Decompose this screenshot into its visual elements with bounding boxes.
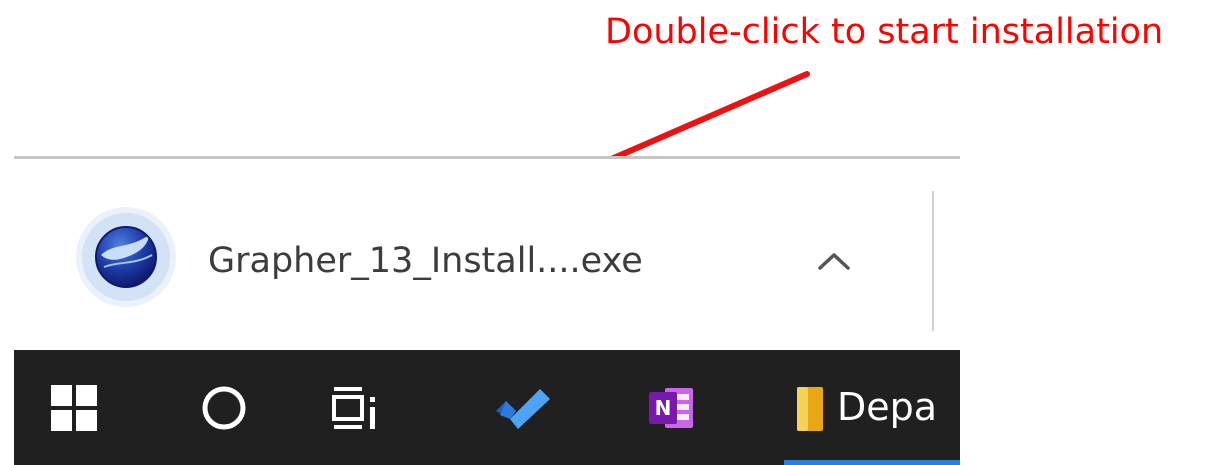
annotation-text: Double-click to start installation	[605, 12, 1164, 52]
grapher-app-icon	[76, 207, 176, 307]
download-item[interactable]: Grapher_13_Install....exe	[74, 203, 869, 307]
task-view-icon	[332, 387, 375, 429]
taskbar: N Depa	[14, 350, 960, 465]
file-explorer-folder-icon	[797, 387, 823, 431]
download-file-name: Grapher_13_Install....exe	[208, 241, 643, 281]
cortana-search-icon	[202, 386, 246, 430]
todo-checkmark-icon	[496, 389, 550, 429]
onenote-icon: N	[649, 388, 693, 428]
task-view-button[interactable]	[329, 380, 385, 436]
file-explorer-button[interactable]	[792, 380, 828, 436]
download-menu-button[interactable]	[799, 233, 869, 289]
cortana-search-button[interactable]	[196, 380, 252, 436]
active-window-indicator	[784, 460, 960, 465]
windows-start-button[interactable]	[44, 380, 104, 436]
screenshot-canvas: Double-click to start installation Graph…	[0, 0, 1223, 465]
windows-start-icon	[51, 385, 97, 431]
download-bar-divider	[932, 191, 934, 331]
chevron-up-icon	[818, 253, 850, 270]
file-explorer-label: Depa	[837, 385, 938, 429]
onenote-button[interactable]: N	[642, 380, 702, 436]
todo-app-button[interactable]	[490, 380, 554, 436]
download-bar: Grapher_13_Install....exe	[14, 156, 960, 350]
svg-text:N: N	[655, 396, 672, 420]
